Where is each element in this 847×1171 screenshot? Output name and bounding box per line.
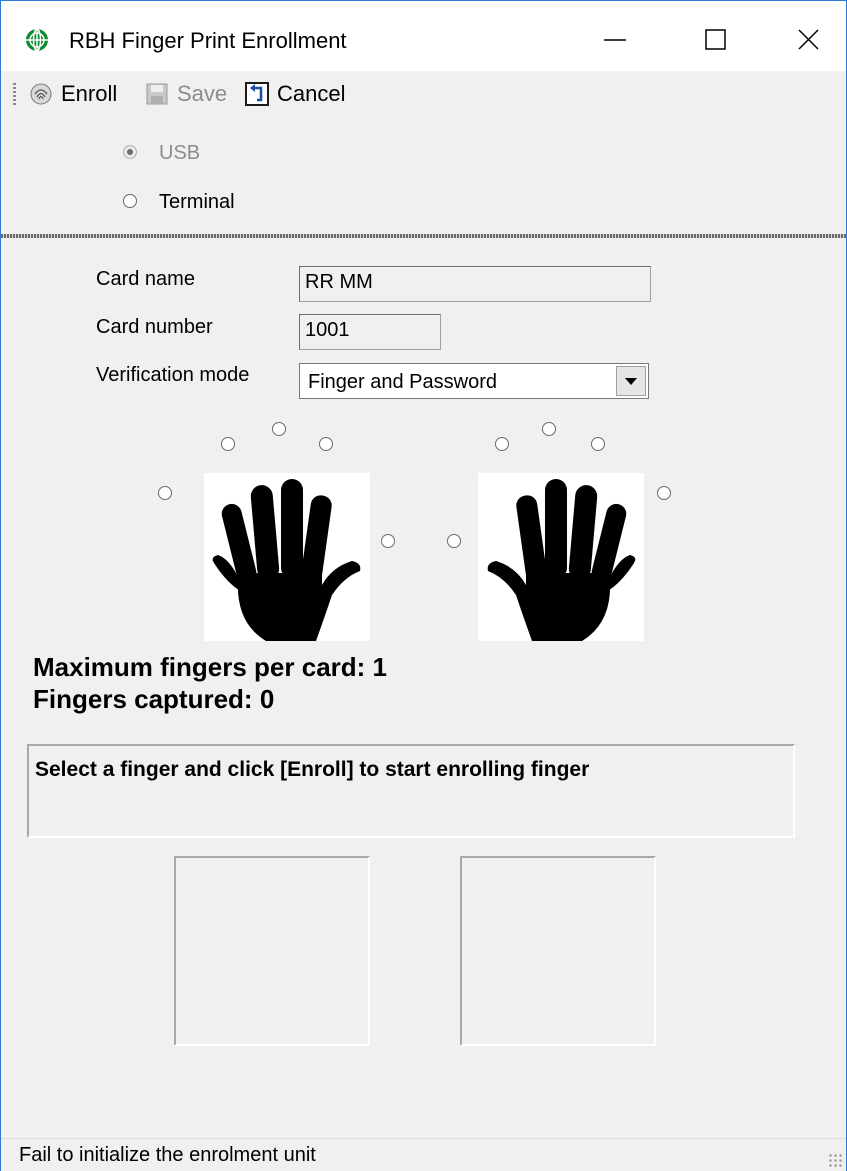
left-hand-icon [204,473,370,641]
card-name-field[interactable]: RR MM [299,266,651,302]
fingerprint-preview-2 [460,856,656,1046]
finger-radio-right-little[interactable] [657,486,671,500]
finger-radio-right-index[interactable] [495,437,509,451]
enroll-button[interactable]: Enroll [29,77,117,111]
usb-radio-label: USB [159,142,201,164]
instruction-text: Select a finger and click [Enroll] to st… [35,758,590,781]
max-fingers-text: Maximum fingers per card: 1 [33,652,387,682]
finger-radio-left-little[interactable] [158,486,172,500]
enroll-label: Enroll [61,81,118,106]
save-label: Save [177,81,228,106]
window-title: RBH Finger Print Enrollment [69,28,347,53]
undo-arrow-icon [245,82,269,106]
verification-mode-label: Verification mode [96,364,250,386]
enrollment-window: RBH Finger Print Enrollment Enroll Save … [0,0,847,1171]
close-icon [798,29,819,50]
usb-radio[interactable] [123,145,137,159]
title-bar[interactable]: RBH Finger Print Enrollment [1,1,846,79]
cancel-button[interactable]: Cancel [245,77,345,111]
card-number-field[interactable]: 1001 [299,314,441,350]
resize-grip-icon[interactable] [828,1153,842,1167]
finger-radio-left-index[interactable] [319,437,333,451]
card-number-label: Card number [96,316,213,338]
status-text: Fail to initialize the enrolment unit [19,1144,316,1166]
toolbar-grip[interactable] [13,83,16,107]
separator [1,234,846,238]
verification-mode-select[interactable]: Finger and Password [299,363,649,399]
finger-radio-right-ring[interactable] [591,437,605,451]
maximize-icon [705,29,726,50]
instruction-box: Select a finger and click [Enroll] to st… [27,744,795,838]
status-bar: Fail to initialize the enrolment unit [1,1138,846,1171]
finger-radio-left-middle[interactable] [272,422,286,436]
close-button[interactable] [773,19,845,63]
verification-mode-value: Finger and Password [308,371,497,393]
fingerprint-icon [29,82,53,106]
card-name-label: Card name [96,268,195,290]
minimize-icon [604,39,626,41]
terminal-radio-label: Terminal [159,191,235,213]
terminal-radio[interactable] [123,194,137,208]
finger-radio-left-ring[interactable] [221,437,235,451]
chevron-down-icon[interactable] [616,366,646,396]
save-button[interactable]: Save [145,77,227,111]
cancel-label: Cancel [277,81,346,106]
floppy-disk-icon [145,82,169,106]
finger-radio-left-thumb[interactable] [381,534,395,548]
fingerprint-preview-1 [174,856,370,1046]
fingers-captured-text: Fingers captured: 0 [33,684,275,714]
maximize-button[interactable] [679,19,751,63]
right-hand-icon [478,473,644,641]
globe-icon [25,28,49,52]
finger-radio-right-thumb[interactable] [447,534,461,548]
toolbar: Enroll Save Cancel [1,71,846,117]
finger-radio-right-middle[interactable] [542,422,556,436]
minimize-button[interactable] [579,19,651,63]
